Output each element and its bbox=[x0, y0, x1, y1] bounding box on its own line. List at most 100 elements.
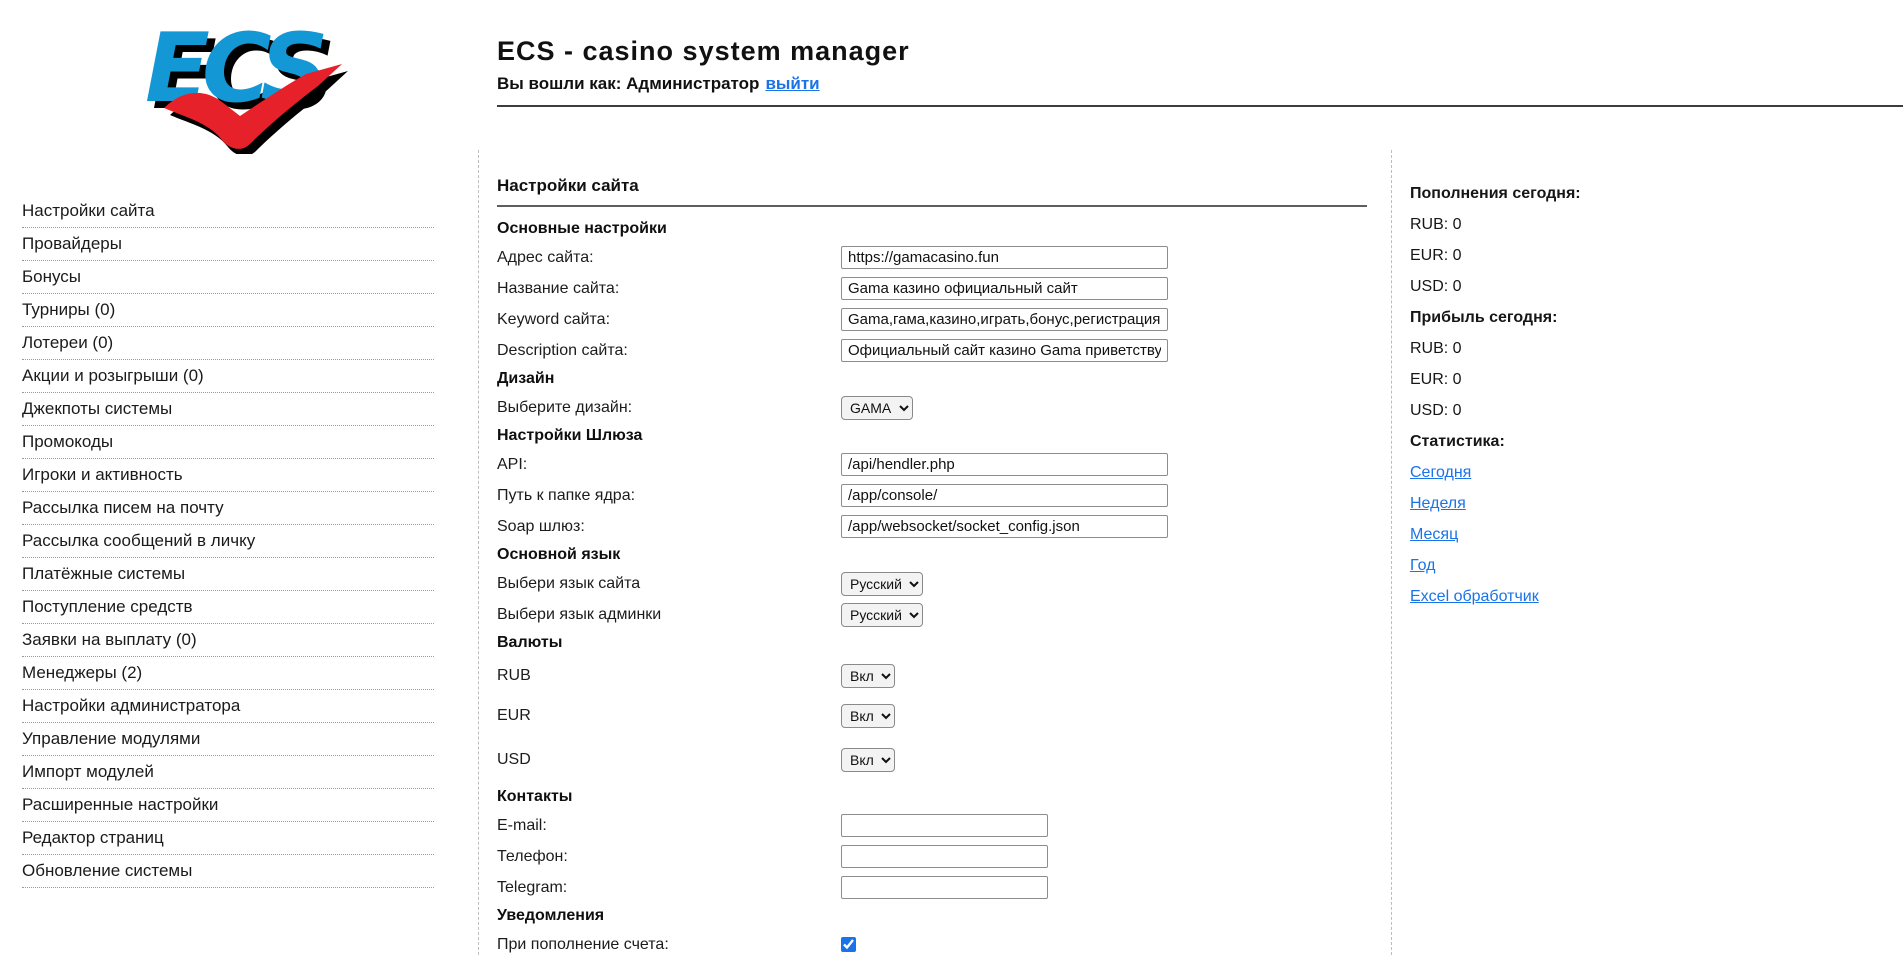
app-title: ECS - casino system manager bbox=[497, 36, 910, 67]
field-label: Выбери язык админки bbox=[497, 606, 841, 624]
form-row: Телефон: bbox=[497, 841, 1367, 872]
sidebar-item[interactable]: Джекпоты системы bbox=[22, 393, 434, 426]
stats-year-link[interactable]: Год bbox=[1410, 557, 1435, 575]
soap-gateway-input[interactable] bbox=[841, 515, 1168, 538]
form-row: RUBВкл bbox=[497, 656, 1367, 696]
notify-deposit-checkbox[interactable] bbox=[841, 937, 856, 952]
stats-value: EUR: 0 bbox=[1410, 240, 1903, 271]
field-label: Телефон: bbox=[497, 848, 841, 866]
stats-week-link[interactable]: Неделя bbox=[1410, 495, 1466, 513]
rub-currency-select[interactable]: Вкл bbox=[841, 664, 895, 688]
api-input[interactable] bbox=[841, 453, 1168, 476]
form-row: Адрес сайта: bbox=[497, 242, 1367, 273]
field-label: Keyword сайта: bbox=[497, 311, 841, 329]
sidebar-item[interactable]: Рассылка писем на почту bbox=[22, 492, 434, 525]
field-label: Description сайта: bbox=[497, 342, 841, 360]
email-input[interactable] bbox=[841, 814, 1048, 837]
stats-value: EUR: 0 bbox=[1410, 364, 1903, 395]
sidebar-item[interactable]: Рассылка сообщений в личку bbox=[22, 525, 434, 558]
form-row: API: bbox=[497, 449, 1367, 480]
site-keywords-input[interactable] bbox=[841, 308, 1168, 331]
sidebar-item[interactable]: Бонусы bbox=[22, 261, 434, 294]
phone-input[interactable] bbox=[841, 845, 1048, 868]
stats-value: USD: 0 bbox=[1410, 395, 1903, 426]
sidebar-item[interactable]: Настройки сайта bbox=[22, 195, 434, 228]
stats-header: Статистика: bbox=[1410, 426, 1903, 457]
stats-link-row: Неделя bbox=[1410, 488, 1903, 519]
form-row: Путь к папке ядра: bbox=[497, 480, 1367, 511]
field-label: Telegram: bbox=[497, 879, 841, 897]
sidebar-item[interactable]: Игроки и активность bbox=[22, 459, 434, 492]
form-row: Keyword сайта: bbox=[497, 304, 1367, 335]
field-label: Адрес сайта: bbox=[497, 249, 841, 267]
stats-sidebar: Пополнения сегодня:RUB: 0EUR: 0USD: 0При… bbox=[1392, 150, 1903, 955]
sidebar-item[interactable]: Лотереи (0) bbox=[22, 327, 434, 360]
stats-link-row: Сегодня bbox=[1410, 457, 1903, 488]
stats-value: RUB: 0 bbox=[1410, 333, 1903, 364]
sidebar-item[interactable]: Настройки администратора bbox=[22, 690, 434, 723]
section-header: Дизайн bbox=[497, 366, 1367, 392]
stats-header: Пополнения сегодня: bbox=[1410, 178, 1903, 209]
stats-link-row: Excel обработчик bbox=[1410, 581, 1903, 612]
section-header: Валюты bbox=[497, 630, 1367, 656]
field-label: Путь к папке ядра: bbox=[497, 487, 841, 505]
section-header: Контакты bbox=[497, 784, 1367, 810]
page-title: Настройки сайта bbox=[497, 176, 1367, 207]
telegram-input[interactable] bbox=[841, 876, 1048, 899]
sidebar-item[interactable]: Промокоды bbox=[22, 426, 434, 459]
form-row: Выбери язык админкиРусский bbox=[497, 599, 1367, 630]
stats-value: USD: 0 bbox=[1410, 271, 1903, 302]
field-label: USD bbox=[497, 751, 841, 769]
sidebar-item[interactable]: Платёжные системы bbox=[22, 558, 434, 591]
site-name-input[interactable] bbox=[841, 277, 1168, 300]
sidebar-item[interactable]: Заявки на выплату (0) bbox=[22, 624, 434, 657]
stats-today-link[interactable]: Сегодня bbox=[1410, 464, 1471, 482]
design-select[interactable]: GAMA bbox=[841, 396, 913, 420]
sidebar-item[interactable]: Расширенные настройки bbox=[22, 789, 434, 822]
section-header: Уведомления bbox=[497, 903, 1367, 929]
form-row: Выберите дизайн:GAMA bbox=[497, 392, 1367, 423]
stats-value: RUB: 0 bbox=[1410, 209, 1903, 240]
sidebar-item[interactable]: Провайдеры bbox=[22, 228, 434, 261]
field-label: Выбери язык сайта bbox=[497, 575, 841, 593]
stats-month-link[interactable]: Месяц bbox=[1410, 526, 1458, 544]
section-header: Настройки Шлюза bbox=[497, 423, 1367, 449]
site-language-select[interactable]: Русский bbox=[841, 572, 923, 596]
stats-excel-link[interactable]: Excel обработчик bbox=[1410, 588, 1539, 606]
eur-currency-select[interactable]: Вкл bbox=[841, 704, 895, 728]
field-label: EUR bbox=[497, 707, 841, 725]
admin-language-select[interactable]: Русский bbox=[841, 603, 923, 627]
site-description-input[interactable] bbox=[841, 339, 1168, 362]
sidebar-item[interactable]: Турниры (0) bbox=[22, 294, 434, 327]
site-address-input[interactable] bbox=[841, 246, 1168, 269]
sidebar-item[interactable]: Менеджеры (2) bbox=[22, 657, 434, 690]
form-row: Telegram: bbox=[497, 872, 1367, 903]
sidebar-item[interactable]: Редактор страниц bbox=[22, 822, 434, 855]
form-row: Выбери язык сайтаРусский bbox=[497, 568, 1367, 599]
field-label: E-mail: bbox=[497, 817, 841, 835]
sidebar-menu: Настройки сайтаПровайдерыБонусыТурниры (… bbox=[0, 150, 478, 888]
core-path-input[interactable] bbox=[841, 484, 1168, 507]
sidebar-item[interactable]: Обновление системы bbox=[22, 855, 434, 888]
logout-link[interactable]: выйти bbox=[765, 74, 819, 93]
field-label: Выберите дизайн: bbox=[497, 399, 841, 417]
sidebar-item[interactable]: Импорт модулей bbox=[22, 756, 434, 789]
sidebar-item[interactable]: Поступление средств bbox=[22, 591, 434, 624]
form-row: Description сайта: bbox=[497, 335, 1367, 366]
sidebar-item[interactable]: Акции и розыгрыши (0) bbox=[22, 360, 434, 393]
form-row: При пополнение счета: bbox=[497, 929, 1367, 960]
sidebar-item[interactable]: Управление модулями bbox=[22, 723, 434, 756]
usd-currency-select[interactable]: Вкл bbox=[841, 748, 895, 772]
login-status: Вы вошли как: Администраторвыйти bbox=[497, 74, 910, 94]
form-row: Название сайта: bbox=[497, 273, 1367, 304]
stats-header: Прибыль сегодня: bbox=[1410, 302, 1903, 333]
stats-link-row: Месяц bbox=[1410, 519, 1903, 550]
page-layout: Настройки сайтаПровайдерыБонусыТурниры (… bbox=[0, 150, 1903, 955]
form-row: USDВкл bbox=[497, 736, 1367, 784]
field-label: API: bbox=[497, 456, 841, 474]
section-header: Основной язык bbox=[497, 542, 1367, 568]
section-header: Основные настройки bbox=[497, 216, 1367, 242]
header-divider bbox=[497, 105, 1903, 107]
form-row: Soap шлюз: bbox=[497, 511, 1367, 542]
main-content: Настройки сайта Основные настройки Адрес … bbox=[479, 150, 1392, 955]
